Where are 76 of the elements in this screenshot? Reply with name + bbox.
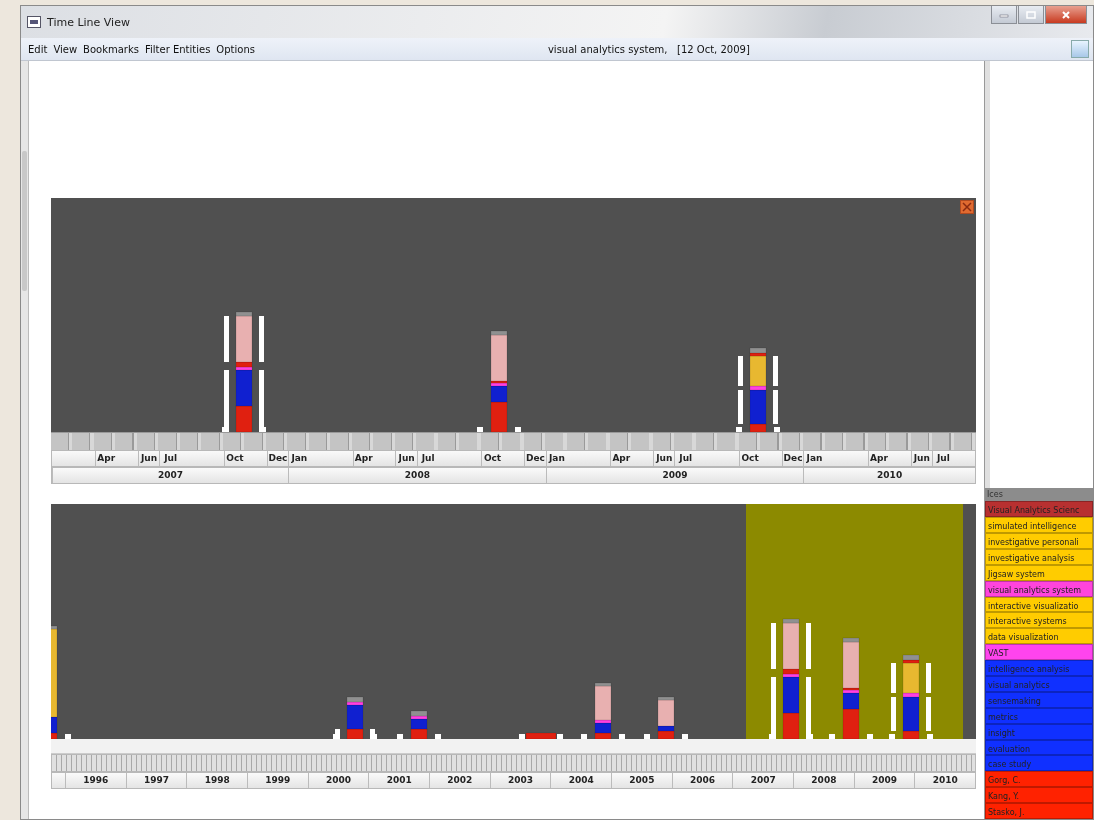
stacked-glyph-drawing[interactable] (51, 625, 71, 739)
stacked-glyph-drawing[interactable] (519, 732, 563, 739)
month-label: Jun (910, 451, 933, 466)
year-label: 2004 (550, 773, 612, 788)
month-label: Jul (416, 451, 439, 466)
year-label: 2001 (368, 773, 430, 788)
stacked-glyph-drawing[interactable] (581, 682, 625, 739)
legend-item[interactable]: Stasko, J. (985, 803, 1093, 819)
stacked-glyph-drawing[interactable] (889, 654, 933, 739)
menu-item[interactable]: Bookmarks (80, 43, 142, 55)
year-label: 2002 (429, 773, 490, 788)
minimize-icon (999, 11, 1009, 18)
year-label: 1998 (186, 773, 247, 788)
legend-header: Ices (985, 488, 1093, 502)
year-label: 2008 (288, 468, 546, 483)
month-label: Jan (803, 451, 825, 466)
month-label: Jan (288, 451, 310, 466)
menu-item[interactable]: Edit (25, 43, 51, 55)
month-label: Oct (738, 451, 761, 466)
status-text: visual analytics system, [12 Oct, 2009] (547, 43, 751, 55)
close-panel-button[interactable] (960, 200, 974, 214)
month-label: Dec (524, 451, 546, 466)
year-label: 2009 (545, 468, 804, 483)
year-label: 2008 (793, 773, 854, 788)
close-icon (1061, 9, 1071, 20)
year-label: 1997 (125, 773, 187, 788)
year-label: 2010 (914, 773, 976, 788)
year-label: 2005 (611, 773, 672, 788)
year-label: 1999 (247, 773, 308, 788)
legend-item[interactable]: simulated intelligence (985, 517, 1093, 533)
legend-item[interactable]: Kang, Y. (985, 787, 1093, 804)
month-label: Oct (481, 451, 503, 466)
month-label: Jul (932, 451, 954, 466)
year-label: 2003 (489, 773, 551, 788)
app-icon (27, 16, 41, 28)
month-label: Apr (352, 451, 374, 466)
month-label: Jun (137, 451, 160, 466)
maximize-icon (1026, 10, 1036, 19)
month-label: Dec (266, 451, 289, 466)
stacked-glyph-drawing[interactable] (829, 637, 873, 739)
legend-item[interactable]: VAST (985, 644, 1093, 661)
year-label: 1996 (65, 773, 126, 788)
month-label: Apr (867, 451, 890, 466)
menu-item[interactable]: Filter Entities (142, 43, 214, 55)
year-label: 2000 (307, 773, 369, 788)
stacked-glyph-drawing[interactable] (644, 696, 688, 739)
legend-item[interactable]: Gorg, C. (985, 771, 1093, 788)
maximize-button[interactable] (1018, 6, 1044, 24)
minimize-button[interactable] (991, 6, 1017, 24)
menu-item[interactable]: Options (213, 43, 258, 55)
legend-item[interactable]: interactive systems (985, 612, 1093, 629)
year-label: 2007 (732, 773, 794, 788)
stacked-glyph-drawing[interactable] (477, 330, 521, 432)
month-label: Jun (395, 451, 417, 466)
month-label: Jan (545, 451, 568, 466)
close-button[interactable] (1045, 6, 1087, 24)
year-label: 2006 (671, 773, 733, 788)
month-label: Dec (781, 451, 804, 466)
month-label: Jul (674, 451, 696, 466)
year-label: 2009 (853, 773, 915, 788)
stacked-glyph-drawing[interactable] (736, 347, 780, 432)
month-label: Apr (610, 451, 632, 466)
year-label: 2007 (52, 468, 289, 483)
window-title: Time Line View (47, 15, 131, 29)
stacked-glyph-drawing[interactable] (397, 710, 441, 739)
month-label: Jul (159, 451, 181, 466)
close-icon (962, 202, 972, 212)
month-label: Apr (94, 451, 117, 466)
stacked-glyph-drawing[interactable] (222, 311, 266, 432)
year-label: 2010 (803, 468, 975, 483)
stacked-glyph-drawing[interactable] (769, 618, 813, 739)
stacked-glyph-drawing[interactable] (333, 696, 377, 739)
menu-item[interactable]: View (50, 43, 81, 55)
month-label: Jun (653, 451, 675, 466)
month-label: Oct (223, 451, 246, 466)
legend-item[interactable]: data visualization (985, 628, 1093, 645)
